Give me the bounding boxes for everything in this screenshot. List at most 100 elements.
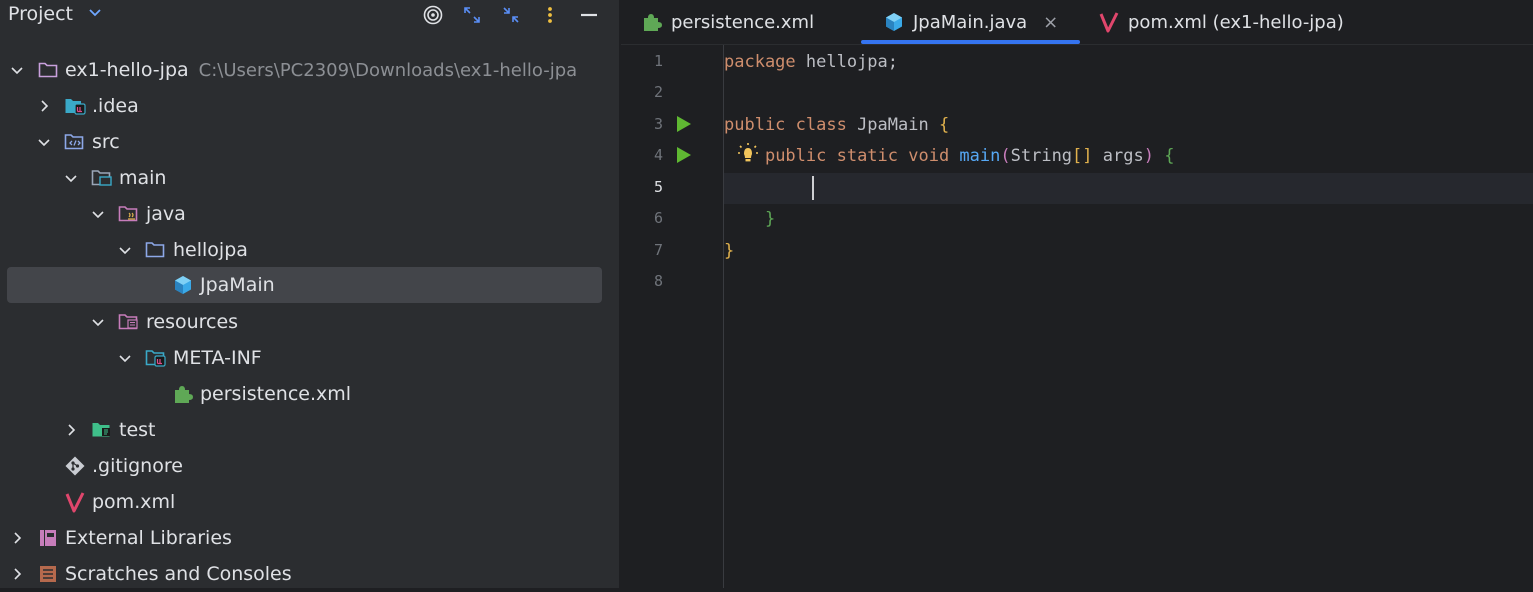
chevron-right-icon[interactable] [63,422,79,438]
tree-item-java[interactable]: java [0,196,620,232]
brace-token: { [1153,146,1175,166]
chevron-right-icon[interactable] [36,98,52,114]
collapse-all-icon[interactable] [500,4,522,26]
code-line-6: } [724,204,1533,235]
line-number: 6 [653,209,663,227]
brace-token: } [724,241,735,261]
tree-item-label: test [119,419,156,441]
java-source-root-icon [118,203,140,225]
code-line-7: } [724,236,1533,267]
tree-item-hellojpa[interactable]: hellojpa [0,232,620,268]
tree-item-jpamain[interactable]: JpaMain [0,267,620,303]
expand-all-icon[interactable] [461,4,483,26]
tab-jpamain-java[interactable]: JpaMain.java × [861,0,1081,44]
source-folder-icon [64,131,86,153]
method-name-token: main [949,146,1001,166]
chevron-down-icon[interactable] [63,170,79,186]
project-panel: Project ex1-hello-jpa C:\Users\PC2309\Dow… [0,0,620,588]
line-number: 4 [653,146,663,164]
chevron-down-icon[interactable] [36,134,52,150]
line-number: 1 [653,52,663,70]
tree-item-persistence-xml[interactable]: persistence.xml [0,376,620,412]
tree-item-scratches-and-consoles[interactable]: Scratches and Consoles [0,556,620,592]
editor-tabs: persistence.xml JpaMain.java × pom.xml (… [621,0,1533,45]
paren-token: ) [1143,146,1154,166]
tree-item-resources[interactable]: resources [0,304,620,340]
line-number: 2 [653,83,663,101]
tab-label: JpaMain.java [913,11,1028,33]
tree-item-ex1-hello-jpa[interactable]: ex1-hello-jpa C:\Users\PC2309\Downloads\e… [0,52,620,88]
tree-item-label: .gitignore [92,455,183,477]
lightbulb-icon[interactable] [736,141,760,165]
maven-icon [64,491,86,513]
chevron-down-icon[interactable] [90,206,106,222]
target-icon[interactable] [422,4,444,26]
tree-item-gitignore[interactable]: .gitignore [0,448,620,484]
module-folder-icon [37,59,59,81]
tree-item-src[interactable]: src [0,124,620,160]
tree-item-label: .idea [92,95,139,117]
brace-token: { [938,115,950,135]
tree-item-test[interactable]: test [0,412,620,448]
chevron-down-icon[interactable] [9,62,25,78]
resources-folder-icon [118,311,140,333]
chevron-down-icon[interactable] [117,350,133,366]
java-class-icon [172,274,194,296]
puzzle-piece-icon [172,383,194,405]
chevron-down-icon[interactable] [88,4,102,23]
tab-persistence-xml[interactable]: persistence.xml [641,0,814,44]
tree-item-main[interactable]: main [0,160,620,196]
tree-item-label: pom.xml [92,491,176,513]
tree-item-label: persistence.xml [200,383,352,405]
project-panel-title[interactable]: Project [8,3,73,25]
keyword-token: package [724,52,796,72]
tree-item-label: main [119,167,167,189]
run-class-icon[interactable] [675,115,693,133]
code-line-5 [724,173,1533,204]
tree-item-label: hellojpa [173,239,248,261]
test-folder-icon [91,419,113,441]
paren-token: ( [1000,146,1011,166]
chevron-right-icon[interactable] [9,566,25,582]
tree-item-external-libraries[interactable]: External Libraries [0,520,620,556]
type-token: String [1010,146,1073,166]
close-icon[interactable]: × [1043,12,1058,33]
chevron-down-icon[interactable] [117,242,133,258]
line-number: 3 [653,115,663,133]
editor-gutter[interactable]: 1 2 3 4 5 6 7 8 [621,45,724,588]
code-area[interactable]: package hellojpa; public class JpaMain {… [724,45,1533,588]
chevron-down-icon[interactable] [90,314,106,330]
keyword-token: public class [724,115,847,135]
code-line-3: public class JpaMain { [724,110,1533,141]
library-icon [37,527,59,549]
tab-label: pom.xml (ex1-hello-jpa) [1128,11,1344,33]
line-number: 7 [653,241,663,259]
bracket-token: [] [1072,146,1093,166]
package-folder-icon [145,239,167,261]
tree-item-idea[interactable]: .idea [0,88,620,124]
tree-item-label: ex1-hello-jpa [65,59,189,81]
tree-item-pom-xml[interactable]: pom.xml [0,484,620,520]
line-number: 8 [653,272,663,290]
tree-item-label: External Libraries [65,527,232,549]
run-main-icon[interactable] [675,146,693,164]
project-path: C:\Users\PC2309\Downloads\ex1-hello-jpa [198,60,578,81]
line-number: 5 [653,178,663,196]
tree-item-label: Scratches and Consoles [65,563,292,585]
class-name-token: JpaMain [846,115,939,135]
project-panel-header: Project [0,0,620,32]
tab-pom-xml[interactable]: pom.xml (ex1-hello-jpa) [1098,0,1344,44]
chevron-right-icon[interactable] [9,530,25,546]
scratches-icon [37,563,59,585]
git-icon [64,455,86,477]
code-token: hellojpa; [795,52,899,72]
tree-item-meta-inf[interactable]: META-INF [0,340,620,376]
code-line-1: package hellojpa; [724,47,1533,78]
hide-panel-icon[interactable] [578,4,600,26]
keyword-token: public static void [764,146,950,166]
tree-item-label: JpaMain [200,274,275,296]
options-kebab-icon[interactable] [539,4,561,26]
